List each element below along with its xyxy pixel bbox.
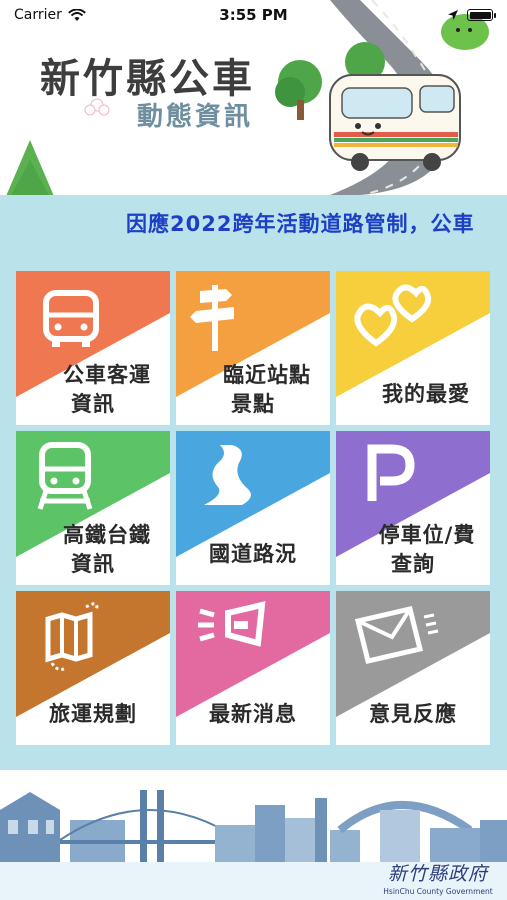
news-marquee[interactable]: 因應2022跨年活動道路管制，公車 bbox=[126, 209, 488, 239]
tile-label: 高鐵台鐵 資訊 bbox=[63, 523, 151, 576]
bus-illustration bbox=[329, 74, 461, 171]
county-government-logo: 新竹縣政府 HsinChu County Government bbox=[383, 863, 493, 896]
footer: 新竹縣政府 HsinChu County Government bbox=[0, 770, 507, 900]
menu-grid: 公車客運 資訊 臨近站點 景點 我的最愛 高鐵台鐵 資訊 國道路況 停車位/費 … bbox=[16, 271, 491, 745]
tile-label: 停車位/費 查詢 bbox=[378, 523, 476, 576]
tile-label: 我的最愛 bbox=[382, 382, 470, 406]
tile-trip-planning[interactable]: 旅運規劃 bbox=[16, 591, 170, 745]
tile-latest-news[interactable]: 最新消息 bbox=[176, 591, 330, 745]
status-bar: Carrier 3:55 PM bbox=[0, 0, 507, 30]
tile-favorites[interactable]: 我的最愛 bbox=[336, 271, 490, 425]
tile-label: 公車客運 資訊 bbox=[63, 363, 151, 416]
tile-bus-info[interactable]: 公車客運 資訊 bbox=[16, 271, 170, 425]
tile-rail-info[interactable]: 高鐵台鐵 資訊 bbox=[16, 431, 170, 585]
main-panel: 因應2022跨年活動道路管制，公車 公車客運 資訊 臨近站點 景點 我的最愛 高… bbox=[0, 195, 507, 770]
app-subtitle: 動態資訊 bbox=[137, 102, 254, 132]
tile-highway-status[interactable]: 國道路況 bbox=[176, 431, 330, 585]
tile-label: 意見反應 bbox=[369, 702, 457, 726]
tile-label: 國道路況 bbox=[209, 542, 297, 566]
carrier-label: Carrier bbox=[14, 7, 62, 23]
location-arrow-icon bbox=[448, 10, 458, 20]
tile-nearby-stops[interactable]: 臨近站點 景點 bbox=[176, 271, 330, 425]
tile-feedback[interactable]: 意見反應 bbox=[336, 591, 490, 745]
wifi-icon bbox=[68, 8, 86, 21]
battery-icon bbox=[467, 9, 496, 21]
tile-label: 臨近站點 景點 bbox=[223, 363, 311, 416]
tile-parking[interactable]: 停車位/費 查詢 bbox=[336, 431, 490, 585]
tile-label: 旅運規劃 bbox=[49, 702, 137, 726]
tile-label: 最新消息 bbox=[209, 702, 297, 726]
